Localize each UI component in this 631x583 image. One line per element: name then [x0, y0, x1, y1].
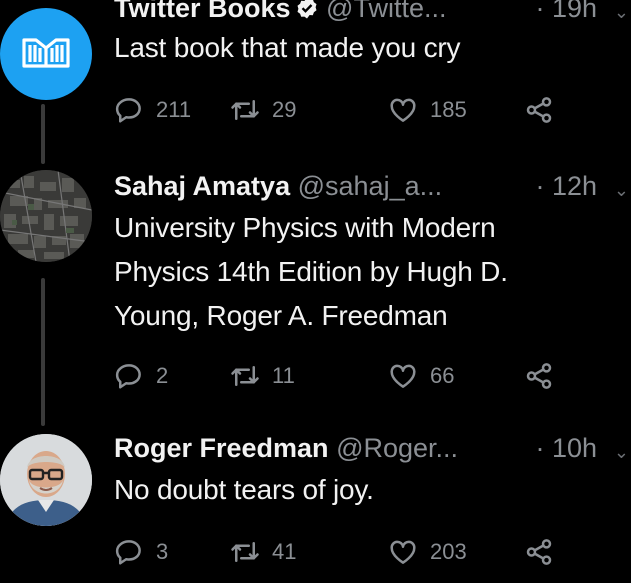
tweet-roger-freedman[interactable]: Roger Freedman @Roger... · 10h ⌄ No doub…: [0, 420, 631, 583]
reply-count: 211: [156, 97, 192, 122]
reply-button[interactable]: 2: [114, 358, 168, 394]
share-button[interactable]: [524, 358, 566, 394]
author-name[interactable]: Sahaj Amatya: [114, 171, 290, 201]
avatar[interactable]: [0, 8, 92, 100]
author-name[interactable]: Roger Freedman: [114, 433, 329, 463]
heart-icon: [390, 364, 416, 388]
retweet-button[interactable]: 41: [230, 534, 296, 570]
reply-count: 3: [156, 539, 169, 564]
tweet-actions: 2 11 66: [114, 358, 631, 394]
tweet-header: Roger Freedman @Roger... · 10h ⌄: [114, 430, 631, 466]
author-handle[interactable]: @Twitte...: [326, 0, 446, 23]
reply-icon: [115, 364, 141, 389]
share-icon: [526, 97, 552, 123]
retweet-button[interactable]: 29: [230, 92, 296, 128]
like-count: 185: [430, 97, 467, 122]
avatar[interactable]: [0, 434, 92, 526]
retweet-count: 11: [272, 363, 295, 388]
tweet-timestamp[interactable]: · 10h: [535, 430, 597, 466]
tweet-text: Last book that made you cry: [114, 32, 461, 63]
reply-icon: [115, 98, 141, 123]
retweet-icon: [231, 100, 259, 120]
author-name[interactable]: Twitter Books: [114, 0, 291, 23]
reply-button[interactable]: 3: [114, 534, 168, 570]
heart-icon: [390, 98, 416, 122]
heart-icon: [390, 540, 416, 564]
retweet-button[interactable]: 11: [230, 358, 295, 394]
share-button[interactable]: [524, 534, 566, 570]
tweet-actions: 3 41 203: [114, 534, 631, 570]
tweet-text: University Physics with Modern Physics 1…: [114, 212, 508, 331]
city-map-avatar-image: [0, 170, 92, 262]
share-icon: [526, 363, 552, 389]
tweet-content: Sahaj Amatya @sahaj_a... · 12h ⌄ Univers…: [114, 168, 631, 338]
chevron-down-icon[interactable]: ⌄: [614, 172, 629, 208]
tweet-content: Roger Freedman @Roger... · 10h ⌄ No doub…: [114, 430, 631, 512]
like-button[interactable]: 185: [388, 92, 467, 128]
like-count: 203: [430, 539, 467, 564]
share-button[interactable]: [524, 92, 566, 128]
tweet-actions: 211 29 185: [114, 92, 631, 128]
share-icon: [526, 539, 552, 565]
like-button[interactable]: 66: [388, 358, 454, 394]
retweet-count: 41: [272, 539, 297, 564]
reply-icon: [115, 540, 141, 565]
retweet-icon: [231, 542, 259, 562]
avatar[interactable]: [0, 170, 92, 262]
retweet-icon: [231, 366, 259, 386]
author-handle[interactable]: @Roger...: [336, 433, 458, 463]
tweet-header: Twitter Books @Twitte... · 19h ⌄: [114, 0, 631, 26]
tweet-twitter-books[interactable]: Twitter Books @Twitte... · 19h ⌄ Last bo…: [0, 0, 631, 140]
author-handle[interactable]: @sahaj_a...: [298, 171, 443, 201]
verified-badge-icon: [297, 0, 317, 19]
tweet-content: Twitter Books @Twitte... · 19h ⌄ Last bo…: [114, 0, 631, 70]
chevron-down-icon[interactable]: ⌄: [614, 0, 629, 30]
tweet-text: No doubt tears of joy.: [114, 474, 374, 505]
chevron-down-icon[interactable]: ⌄: [614, 434, 629, 470]
tweet-timestamp[interactable]: · 12h: [535, 168, 597, 204]
tweet-header: Sahaj Amatya @sahaj_a... · 12h ⌄: [114, 168, 631, 204]
like-button[interactable]: 203: [388, 534, 467, 570]
tweet-timestamp[interactable]: · 19h: [535, 0, 597, 26]
like-count: 66: [430, 363, 455, 388]
book-icon: [22, 38, 70, 68]
retweet-count: 29: [272, 97, 297, 122]
reply-button[interactable]: 211: [114, 92, 191, 128]
reply-count: 2: [156, 363, 169, 388]
tweet-sahaj-amatya[interactable]: Sahaj Amatya @sahaj_a... · 12h ⌄ Univers…: [0, 160, 631, 420]
person-photo-avatar-image: [0, 434, 92, 526]
